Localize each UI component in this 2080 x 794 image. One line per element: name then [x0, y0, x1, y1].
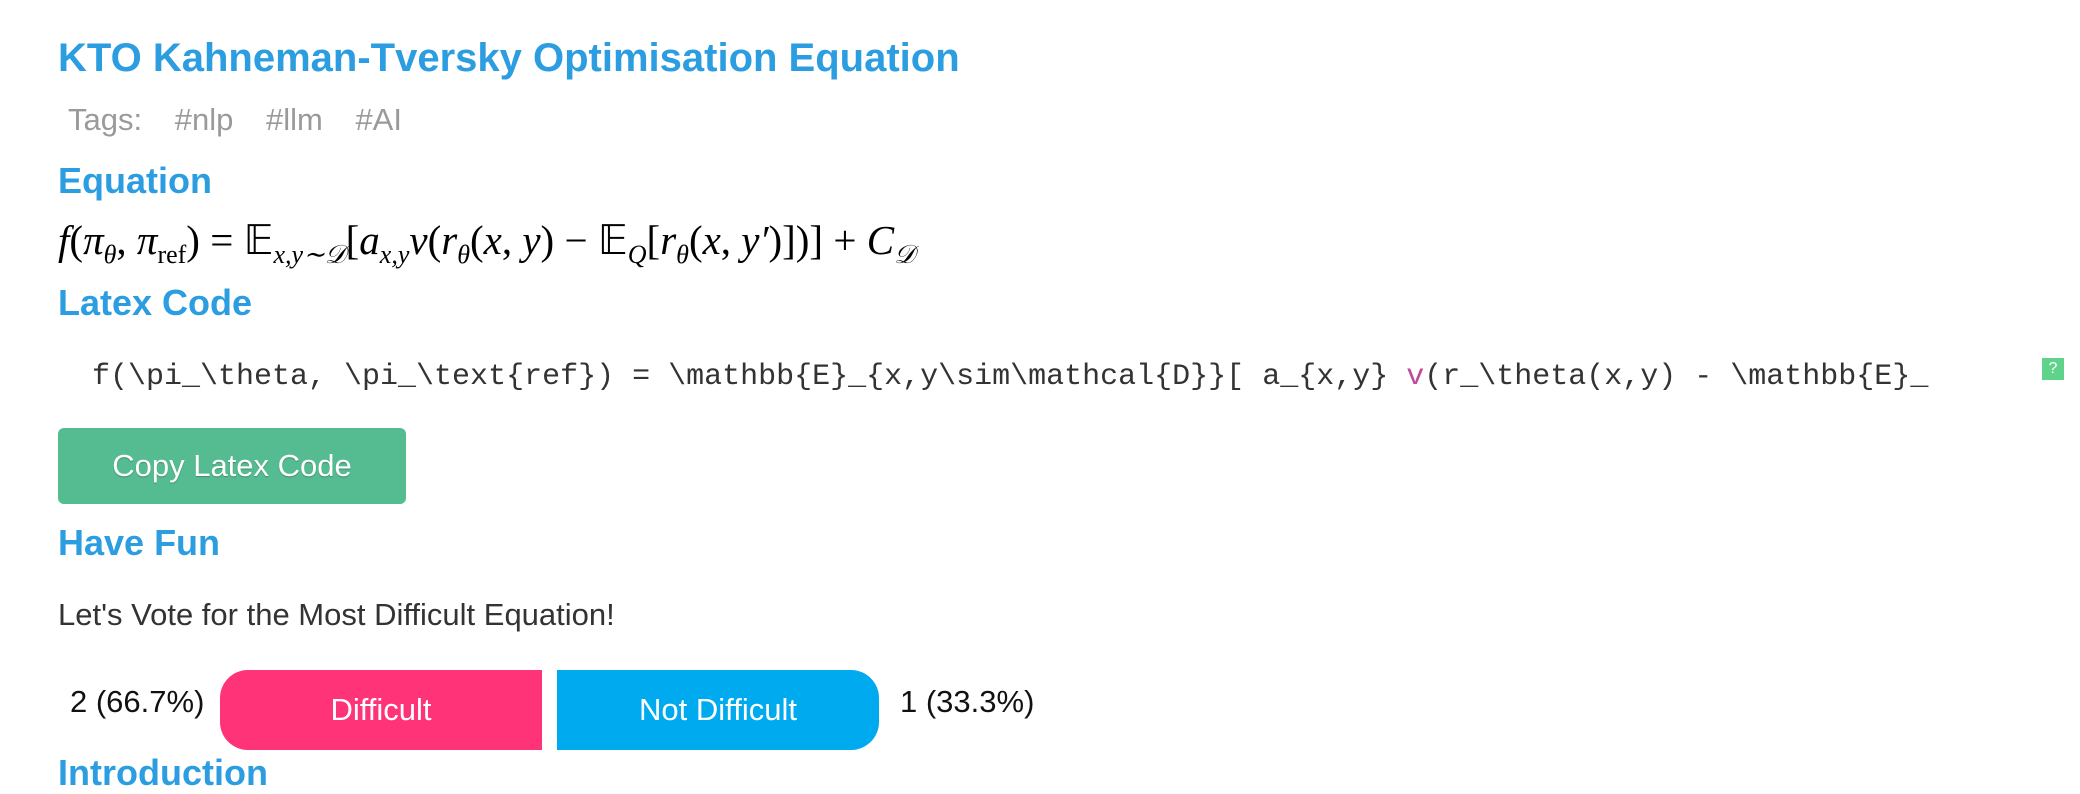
eq-x: x — [483, 217, 502, 263]
section-title-introduction: Introduction — [58, 752, 268, 793]
eq-y: y — [522, 217, 541, 263]
latex-code-part1: f(\pi_\theta, \pi_\text{ref}) = \mathbb{… — [92, 360, 1407, 394]
copy-latex-button[interactable]: Copy Latex Code — [58, 428, 406, 504]
section-title-latex: Latex Code — [58, 282, 253, 323]
eq-c-sub: 𝒟 — [894, 240, 915, 270]
tags-row: Tags: #nlp #llm #AI — [68, 102, 426, 138]
latex-code-block[interactable]: f(\pi_\theta, \pi_\text{ref}) = \mathbb{… — [58, 340, 2080, 412]
tags-label: Tags: — [68, 102, 143, 137]
tag-ai[interactable]: #AI — [355, 102, 402, 137]
eq-expectation: 𝔼 — [243, 217, 274, 263]
page-content: KTO Kahneman-Tversky Optimisation Equati… — [58, 0, 2080, 793]
eq-q-sub: Q — [627, 240, 647, 270]
eq-expectation-q: 𝔼 — [597, 217, 628, 263]
eq-a: a — [359, 217, 380, 263]
section-title-equation: Equation — [58, 160, 212, 201]
eq-f: f — [58, 217, 70, 263]
difficult-vote-count: 2 (66.7%) — [70, 684, 205, 719]
eq-pi-ref: π — [136, 217, 158, 263]
eq-pi-theta: π — [83, 217, 104, 263]
equation-display: f(πθ, πref) = 𝔼x,y∼𝒟[ax,yv(rθ(x, y) − 𝔼Q… — [58, 217, 915, 270]
vote-not-difficult-button[interactable]: Not Difficult — [557, 670, 879, 750]
vote-difficult-button[interactable]: Difficult — [220, 670, 542, 750]
tag-llm[interactable]: #llm — [266, 102, 323, 137]
vote-prompt: Let's Vote for the Most Difficult Equati… — [58, 597, 615, 632]
eq-x2: x — [702, 217, 721, 263]
eq-r2-sub: θ — [676, 240, 689, 270]
eq-r: r — [441, 217, 458, 263]
help-badge-icon[interactable]: ? — [2042, 358, 2064, 380]
latex-code-part2: (r_\theta(x,y) - \mathbb{E}_ — [1424, 360, 1929, 394]
eq-r2: r — [660, 217, 677, 263]
eq-yprime: y′ — [741, 217, 769, 263]
latex-code-fn: v — [1406, 360, 1425, 394]
tag-nlp[interactable]: #nlp — [175, 102, 234, 137]
eq-v: v — [409, 217, 428, 263]
eq-theta-sub: θ — [103, 240, 117, 270]
eq-expectation-sub: x,y∼𝒟 — [273, 240, 346, 270]
page-title: KTO Kahneman-Tversky Optimisation Equati… — [58, 36, 960, 80]
eq-ref-sub: ref — [157, 240, 187, 270]
eq-a-sub: x,y — [379, 240, 410, 270]
section-title-have-fun: Have Fun — [58, 522, 221, 563]
not-difficult-vote-count: 1 (33.3%) — [900, 684, 1035, 719]
eq-r-sub: θ — [457, 240, 470, 270]
latex-code-line: f(\pi_\theta, \pi_\text{ref}) = \mathbb{… — [92, 360, 1928, 394]
eq-c: C — [866, 217, 895, 263]
